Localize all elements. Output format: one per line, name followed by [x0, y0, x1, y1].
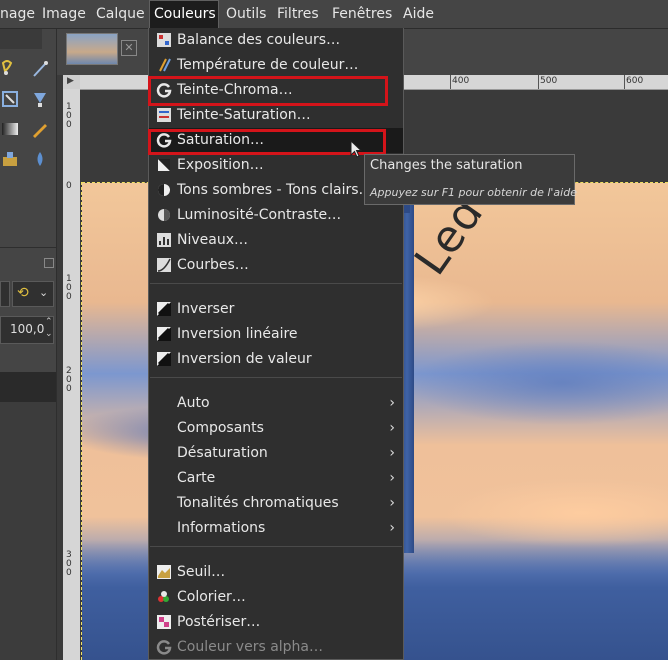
menu-item-colorier[interactable]: Colorier…	[149, 585, 403, 610]
menubar: nage Image Calque Couleurs Outils Filtre…	[0, 0, 668, 29]
paths-icon[interactable]	[30, 59, 50, 79]
close-icon[interactable]: ✕	[121, 40, 137, 56]
chevron-right-icon: ›	[389, 520, 395, 536]
exposure-icon	[158, 159, 170, 171]
menu-item-posteriser[interactable]: Postériser…	[149, 610, 403, 635]
vruler-label-1: 0	[66, 181, 72, 191]
toolbox: ⟲ ⌄ 100,0 ⌃ ⌄	[0, 29, 57, 660]
vertical-ruler[interactable]: 1 0 0 0 1 0 0 2 0 0 3 0 0	[63, 89, 81, 660]
menu-item-inversion-lineaire[interactable]: Inversion linéaire	[149, 322, 403, 347]
chevron-right-icon: ›	[389, 420, 395, 436]
hue-saturation-icon	[157, 108, 171, 122]
menu-item-seuil[interactable]: Seuil…	[149, 560, 403, 585]
pencil-icon[interactable]	[30, 119, 50, 139]
chevron-right-icon: ›	[389, 495, 395, 511]
smudge-icon[interactable]	[30, 149, 50, 169]
menu-fenetres[interactable]: Fenêtres	[332, 0, 392, 28]
toolbox-divider	[0, 247, 56, 248]
menu-couleurs[interactable]: Couleurs	[149, 0, 219, 28]
color-temperature-icon	[159, 58, 171, 72]
spin-down-icon[interactable]: ⌄	[45, 329, 53, 339]
couleurs-menu: Balance des couleurs… Température de cou…	[148, 28, 404, 660]
menu-image[interactable]: Image	[42, 0, 86, 28]
dock-menu-icon[interactable]	[44, 258, 54, 268]
menu-item-balance-couleurs[interactable]: Balance des couleurs…	[149, 28, 403, 53]
ruler-label-600: 600	[626, 76, 644, 86]
posterize-icon	[157, 615, 171, 629]
menu-item-luminosite-contraste[interactable]: Luminosité-Contraste…	[149, 203, 403, 228]
invert-icon	[157, 327, 171, 341]
menu-separator	[150, 546, 402, 547]
menu-separator	[150, 283, 402, 284]
ruler-tick	[624, 75, 625, 89]
vruler-label-0: 1 0 0	[66, 102, 72, 130]
brightness-contrast-icon	[158, 209, 170, 221]
image-thumbnail[interactable]	[66, 33, 118, 65]
menu-item-courbes[interactable]: Courbes…	[149, 253, 403, 278]
tooltip: Changes the saturation Appuyez sur F1 po…	[364, 154, 577, 205]
tooltip-hint: Appuyez sur F1 pour obtenir de l'aide	[370, 186, 577, 199]
menu-filtres[interactable]: Filtres	[277, 0, 319, 28]
gradient-icon[interactable]	[0, 119, 20, 139]
opacity-value: 100,0	[10, 322, 45, 336]
transform-icon[interactable]	[0, 89, 20, 109]
threshold-icon	[157, 565, 171, 579]
menu-item-composants[interactable]: Composants ›	[149, 416, 403, 441]
chevron-right-icon: ›	[389, 470, 395, 486]
tooltip-title: Changes the saturation	[370, 158, 523, 173]
ruler-label-400: 400	[452, 76, 470, 86]
gegl-icon	[156, 640, 172, 655]
flip-icon[interactable]	[30, 89, 50, 109]
clone-icon[interactable]	[0, 149, 20, 169]
menu-aide[interactable]: Aide	[403, 0, 434, 28]
menu-item-couleur-vers-alpha: Couleur vers alpha…	[149, 635, 403, 660]
ruler-tick	[538, 75, 539, 89]
invert-icon	[157, 352, 171, 366]
menu-separator	[150, 377, 402, 378]
ruler-tick	[450, 75, 451, 89]
colorize-icon	[158, 591, 169, 602]
chevron-right-icon: ›	[389, 395, 395, 411]
menu-item-inversion-valeur[interactable]: Inversion de valeur	[149, 347, 403, 372]
menu-outils[interactable]: Outils	[226, 0, 266, 28]
mode-select[interactable]: ⟲ ⌄	[12, 281, 54, 307]
menu-item-niveaux[interactable]: Niveaux…	[149, 228, 403, 253]
vruler-label-4: 3 0 0	[66, 550, 72, 578]
toolbox-header	[0, 29, 42, 49]
shadows-highlights-icon	[158, 184, 170, 196]
vruler-label-3: 2 0 0	[66, 366, 72, 394]
menu-item-tonalites-chromatiques[interactable]: Tonalités chromatiques ›	[149, 491, 403, 516]
spin-up-icon[interactable]: ⌃	[45, 317, 53, 327]
ruler-label-500: 500	[540, 76, 558, 86]
layers-panel	[0, 402, 56, 660]
layer-boundary	[81, 182, 82, 660]
color-balance-icon	[157, 33, 171, 47]
menu-item-informations[interactable]: Informations ›	[149, 516, 403, 541]
mode-icon: ⟲	[17, 285, 29, 301]
mouse-cursor-icon	[350, 140, 363, 158]
menu-item-carte[interactable]: Carte ›	[149, 466, 403, 491]
tool-option-box[interactable]	[0, 281, 10, 307]
menu-item-desaturation[interactable]: Désaturation ›	[149, 441, 403, 466]
opacity-spinner[interactable]: 100,0 ⌃ ⌄	[0, 316, 54, 344]
ruler-corner-icon: ▶	[67, 76, 74, 86]
chevron-down-icon: ⌄	[39, 286, 49, 299]
menu-calque[interactable]: Calque	[96, 0, 145, 28]
vruler-label-2: 1 0 0	[66, 274, 72, 302]
curves-icon	[157, 258, 171, 272]
layers-header	[0, 372, 56, 402]
menu-item-temperature-couleur[interactable]: Température de couleur…	[149, 53, 403, 78]
menu-image-mode[interactable]: nage	[0, 0, 35, 28]
levels-icon	[157, 233, 171, 247]
fuzzy-select-icon[interactable]	[0, 59, 20, 79]
highlight-teinte-chroma	[148, 76, 388, 106]
menu-item-inverser[interactable]: Inverser	[149, 297, 403, 322]
menu-item-teinte-saturation[interactable]: Teinte-Saturation…	[149, 103, 403, 128]
invert-icon	[157, 302, 171, 316]
ruler-corner[interactable]: ▶	[63, 75, 80, 89]
chevron-right-icon: ›	[389, 445, 395, 461]
menu-item-auto[interactable]: Auto ›	[149, 391, 403, 416]
